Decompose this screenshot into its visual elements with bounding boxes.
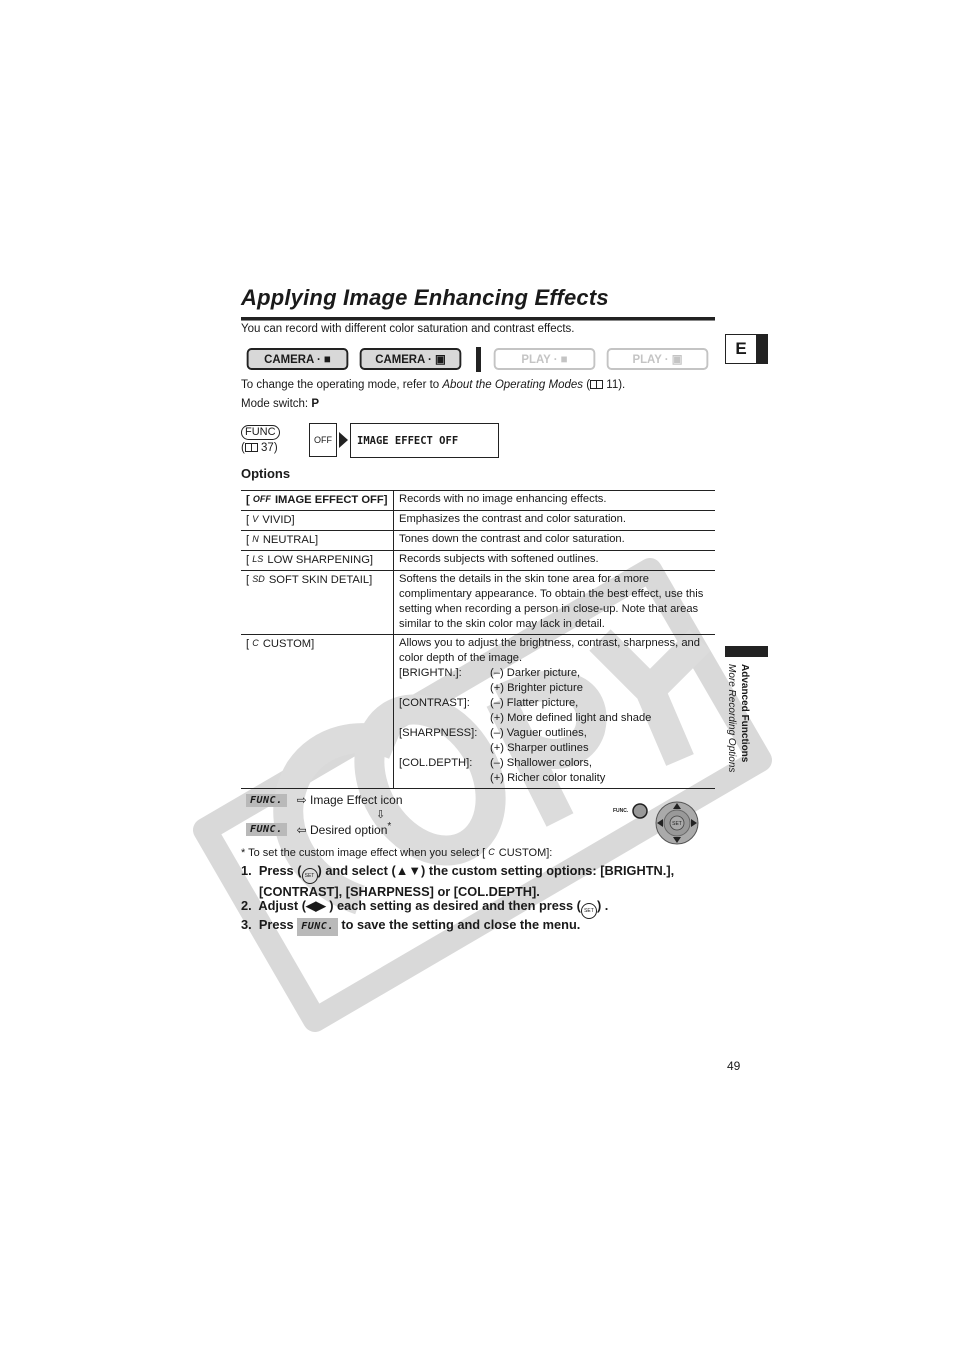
table-row: [ N NEUTRAL] Tones down the contrast and… — [241, 530, 715, 551]
section-label: Advanced Functions — [739, 664, 750, 763]
mode-switch: Mode switch: P — [241, 398, 319, 410]
flow-step-1: FUNC. ⇨ Image Effect icon — [246, 793, 403, 807]
custom-settings-list: [BRIGHTN.]: (–) Darker picture, (+) Brigh… — [399, 667, 652, 784]
options-table: [ OFF IMAGE EFFECT OFF] Records with no … — [241, 490, 715, 789]
joystick-icon: SET — [632, 801, 699, 845]
mode-separator — [476, 347, 481, 372]
mode-play-movie: PLAY · ■ — [493, 348, 596, 370]
mode-reference-link[interactable]: About the Operating Modes — [442, 379, 583, 391]
table-row: [ LS LOW SHARPENING] Records subjects wi… — [241, 550, 715, 571]
dial-func-label: FUNC. — [613, 808, 629, 814]
lcd-display: IMAGE EFFECT OFF — [350, 423, 499, 458]
mode-reference: To change the operating mode, refer to A… — [241, 379, 626, 391]
book-icon — [590, 380, 604, 389]
vivid-icon: V — [252, 514, 259, 524]
language-tab-bar — [757, 334, 768, 364]
soft-skin-detail-icon: SD — [252, 574, 265, 584]
func-page-ref: ( 37) — [241, 442, 278, 454]
table-row: [ OFF IMAGE EFFECT OFF] Records with no … — [241, 490, 715, 511]
page-number: 49 — [727, 1059, 741, 1073]
language-tab: E — [725, 334, 757, 364]
mode-play-still: PLAY · ▣ — [606, 348, 709, 370]
intro-text: You can record with different color satu… — [241, 323, 575, 335]
title-rule-shadow — [241, 320, 715, 321]
func-button-icon: FUNC. — [297, 918, 338, 936]
step-2: 2. Adjust (◀▶ ) each setting as desired … — [241, 898, 608, 919]
func-button-icon: FUNC. — [246, 822, 287, 836]
set-button-icon: SET — [301, 868, 318, 884]
subsection-label: More Recording Options — [726, 664, 737, 773]
page-title: Applying Image Enhancing Effects — [241, 285, 609, 310]
custom-icon: C — [488, 847, 495, 857]
table-row: [ V VIVID] Emphasizes the contrast and c… — [241, 510, 715, 531]
step-1: 1. Press (SET) and select (▲▼) the custo… — [241, 863, 675, 899]
func-button-icon: FUNC — [241, 425, 280, 440]
step-3: 3. Press FUNC. to save the setting and c… — [241, 917, 580, 936]
flow-step-2: FUNC. ⇦ Desired option* — [246, 821, 391, 837]
options-heading: Options — [241, 466, 291, 481]
mode-camera-still: CAMERA · ▣ — [359, 348, 462, 370]
section-tab — [725, 646, 768, 657]
arrow-down-icon: ⇩ — [376, 809, 386, 821]
mode-camera-movie: CAMERA · ■ — [246, 348, 349, 370]
table-row: [ SD SOFT SKIN DETAIL] Softens the detai… — [241, 570, 715, 635]
func-button-icon: FUNC. — [246, 793, 287, 807]
table-row: [ C CUSTOM] Allows you to adjust the bri… — [241, 634, 715, 789]
image-effect-off-icon: OFF — [309, 423, 337, 457]
low-sharpening-icon: LS — [252, 554, 264, 564]
neutral-icon: N — [252, 534, 259, 544]
func-button-ref: FUNC — [241, 425, 280, 440]
custom-icon: C — [252, 638, 259, 648]
arrow-right-icon — [339, 432, 348, 448]
effect-off-icon: OFF — [252, 494, 271, 504]
book-icon — [244, 443, 258, 452]
footnote: * To set the custom image effect when yo… — [241, 847, 553, 859]
set-label: SET — [672, 821, 682, 827]
set-button-icon: SET — [580, 903, 597, 919]
